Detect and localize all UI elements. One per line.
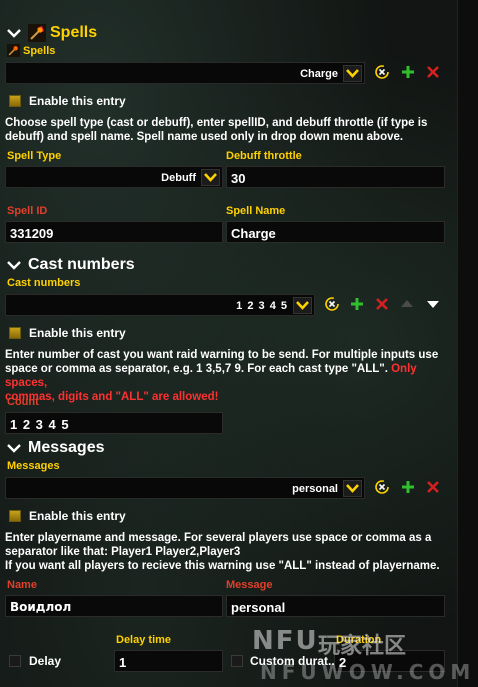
- cast-numbers-dropdown-value: 1 2 3 4 5: [236, 300, 288, 312]
- chevron-down-icon: [204, 173, 217, 182]
- name-value: Воидлол: [10, 600, 72, 614]
- spell-icon: [7, 44, 20, 57]
- spell-id-value: 331209: [10, 226, 54, 241]
- plus-icon[interactable]: [349, 296, 365, 312]
- cast-enable-checkbox[interactable]: [9, 327, 21, 339]
- spells-enable-label: Enable this entry: [29, 94, 126, 108]
- cast-numbers-title: Cast numbers: [28, 256, 135, 273]
- close-icon[interactable]: [374, 296, 390, 312]
- spells-header[interactable]: Spells: [6, 24, 97, 42]
- messages-dropdown-value: personal: [292, 483, 338, 495]
- spells-description-line-1: Choose spell type (cast or debuff), ente…: [5, 117, 428, 129]
- delay-time-value: 1: [119, 655, 127, 670]
- spell-id-label: Spell ID: [7, 205, 48, 217]
- spell-icon: [28, 24, 46, 42]
- delay-time-input[interactable]: 1: [114, 650, 223, 672]
- messages-sublabel: Messages: [7, 460, 60, 472]
- spells-dropdown-value: Charge: [300, 68, 338, 80]
- chevron-down-icon[interactable]: [6, 25, 22, 41]
- spells-description-line-2: debuff) and spell name. Spell name used …: [5, 131, 404, 143]
- cast-description-line-2: space or comma as separator, e.g. 1 3,5,…: [5, 363, 388, 375]
- arrow-down-icon[interactable]: [425, 296, 441, 312]
- spells-enable-checkbox[interactable]: [9, 95, 21, 107]
- spell-type-dropdown-button[interactable]: [201, 169, 220, 186]
- spells-sublabel: Spells: [23, 44, 56, 57]
- spell-id-input[interactable]: 331209: [5, 221, 223, 243]
- messages-dropdown[interactable]: personal: [5, 477, 365, 499]
- messages-enable-checkbox-row[interactable]: Enable this entry: [9, 509, 126, 523]
- watermark-brand: NFU: [252, 626, 319, 656]
- spells-dropdown[interactable]: Charge: [5, 62, 365, 84]
- message-value: personal: [231, 600, 286, 615]
- spell-type-value: Debuff: [161, 172, 196, 184]
- messages-enable-label: Enable this entry: [29, 509, 126, 523]
- messages-enable-checkbox[interactable]: [9, 510, 21, 522]
- cast-description: Enter number of cast you want raid warni…: [5, 348, 455, 404]
- cast-numbers-header[interactable]: Cast numbers: [6, 256, 135, 274]
- reset-icon[interactable]: [324, 296, 340, 312]
- watermark-url: NFUWOW.COM: [260, 660, 476, 684]
- debuff-throttle-value: 30: [231, 171, 246, 186]
- messages-title: Messages: [28, 439, 105, 456]
- watermark-site-cn: 玩家社区: [318, 634, 407, 659]
- cast-enable-label: Enable this entry: [29, 326, 126, 340]
- messages-description: Enter playername and message. For severa…: [5, 531, 455, 573]
- arrow-up-icon[interactable]: [399, 296, 415, 312]
- spell-name-label: Spell Name: [226, 205, 286, 217]
- cast-description-line-2-row: space or comma as separator, e.g. 1 3,5,…: [5, 362, 455, 390]
- spell-type-label: Spell Type: [7, 150, 62, 162]
- count-label: Count: [7, 396, 39, 408]
- name-label: Name: [7, 579, 37, 591]
- delay-time-label: Delay time: [116, 634, 172, 646]
- chevron-down-icon[interactable]: [6, 440, 22, 456]
- spells-title: Spells: [50, 24, 98, 41]
- count-value: 1 2 3 4 5: [10, 417, 70, 432]
- chevron-down-icon[interactable]: [6, 257, 22, 273]
- cast-numbers-dropdown-button[interactable]: [293, 297, 312, 314]
- chevron-down-icon: [346, 484, 359, 493]
- close-icon[interactable]: [425, 64, 441, 80]
- messages-description-line-3: If you want all players to recieve this …: [5, 560, 440, 572]
- cast-description-line-3: commas, digits and "ALL" are allowed!: [5, 391, 219, 403]
- spells-sublabel-row: Spells: [7, 44, 55, 57]
- cast-enable-checkbox-row[interactable]: Enable this entry: [9, 326, 126, 340]
- reset-icon[interactable]: [374, 64, 390, 80]
- count-input[interactable]: 1 2 3 4 5: [5, 412, 223, 434]
- message-label: Message: [226, 579, 273, 591]
- cast-description-line-1: Enter number of cast you want raid warni…: [5, 349, 439, 361]
- spell-name-value: Charge: [231, 226, 276, 241]
- delay-checkbox[interactable]: [9, 655, 21, 667]
- messages-description-line-2: separator like that: Player1 Player2,Pla…: [5, 546, 241, 558]
- plus-icon[interactable]: [400, 479, 416, 495]
- chevron-down-icon: [296, 301, 309, 310]
- plus-icon[interactable]: [400, 64, 416, 80]
- spells-enable-checkbox-row[interactable]: Enable this entry: [9, 94, 126, 108]
- custom-duration-checkbox[interactable]: [231, 655, 243, 667]
- debuff-throttle-label: Debuff throttle: [226, 150, 302, 162]
- chevron-down-icon: [346, 69, 359, 78]
- cast-numbers-sublabel: Cast numbers: [7, 277, 81, 289]
- debuff-throttle-input[interactable]: 30: [226, 166, 445, 188]
- messages-description-line-1: Enter playername and message. For severa…: [5, 532, 432, 544]
- spells-dropdown-button[interactable]: [343, 65, 362, 82]
- scrollbar[interactable]: [457, 0, 478, 687]
- message-input[interactable]: personal: [226, 595, 445, 617]
- messages-header[interactable]: Messages: [6, 439, 105, 457]
- name-input[interactable]: Воидлол: [5, 595, 223, 617]
- reset-icon[interactable]: [374, 479, 390, 495]
- cast-numbers-dropdown[interactable]: 1 2 3 4 5: [5, 294, 315, 316]
- close-icon[interactable]: [425, 479, 441, 495]
- delay-checkbox-row[interactable]: Delay: [9, 654, 61, 668]
- spell-type-dropdown[interactable]: Debuff: [5, 166, 223, 188]
- spell-name-input[interactable]: Charge: [226, 221, 445, 243]
- delay-label: Delay: [29, 654, 62, 668]
- messages-dropdown-button[interactable]: [343, 480, 362, 497]
- spells-description: Choose spell type (cast or debuff), ente…: [5, 116, 455, 144]
